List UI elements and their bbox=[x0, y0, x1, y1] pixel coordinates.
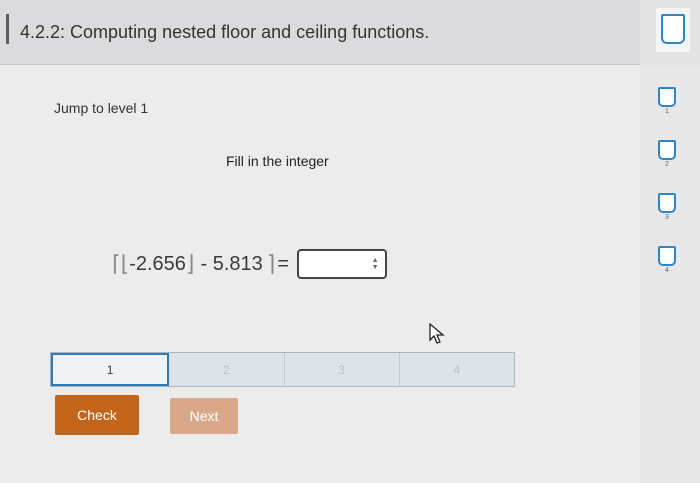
side-level-3[interactable]: 3 bbox=[656, 193, 678, 221]
level-1[interactable]: 1 bbox=[51, 353, 170, 386]
mouse-cursor-icon bbox=[429, 323, 445, 344]
side-level-number: 3 bbox=[665, 214, 669, 221]
jump-to-level-link[interactable]: Jump to level 1 bbox=[54, 100, 148, 116]
side-level-1[interactable]: 1 bbox=[656, 87, 678, 115]
side-level-4[interactable]: 4 bbox=[656, 246, 678, 274]
completion-box-icon bbox=[661, 14, 685, 44]
page-title: 4.2.2: Computing nested floor and ceilin… bbox=[20, 22, 430, 42]
equation-value: -2.656 bbox=[129, 252, 186, 275]
level-sidebar: 1 2 3 4 bbox=[640, 65, 700, 483]
level-4[interactable]: 4 bbox=[400, 353, 514, 386]
ceiling-open: ⌈ bbox=[112, 251, 121, 276]
equation-operator: - 5.813 bbox=[200, 252, 263, 275]
answer-input[interactable]: ▲ ▼ bbox=[297, 249, 388, 279]
header-bar: 4.2.2: Computing nested floor and ceilin… bbox=[0, 0, 640, 65]
level-2[interactable]: 2 bbox=[169, 353, 285, 386]
side-level-2[interactable]: 2 bbox=[656, 140, 678, 168]
level-progress-bar: 1 2 3 4 bbox=[50, 352, 515, 387]
level-box-icon bbox=[658, 246, 676, 266]
check-button[interactable]: Check bbox=[55, 395, 139, 435]
level-box-icon bbox=[658, 193, 676, 213]
next-button[interactable]: Next bbox=[170, 398, 238, 434]
side-level-number: 1 bbox=[665, 108, 669, 115]
equals-sign: = bbox=[277, 252, 290, 275]
instruction-text: Fill in the integer bbox=[226, 153, 329, 169]
header-accent bbox=[6, 14, 9, 44]
floor-open: ⌊ bbox=[120, 251, 130, 276]
ceiling-close: ⌉ bbox=[266, 251, 276, 276]
completion-badge bbox=[656, 8, 690, 52]
level-3[interactable]: 3 bbox=[285, 353, 400, 386]
activity-panel: Jump to level 1 Fill in the integer ⌈ ⌊ … bbox=[0, 65, 640, 483]
spinner-icon[interactable]: ▲ ▼ bbox=[371, 257, 379, 273]
side-level-number: 4 bbox=[665, 267, 669, 274]
level-box-icon bbox=[658, 140, 676, 160]
level-box-icon bbox=[658, 87, 676, 107]
floor-close: ⌋ bbox=[185, 251, 195, 276]
equation: ⌈ ⌊ -2.656 ⌋ - 5.813 ⌉ = ▲ ▼ bbox=[112, 242, 388, 286]
side-level-number: 2 bbox=[665, 161, 669, 168]
